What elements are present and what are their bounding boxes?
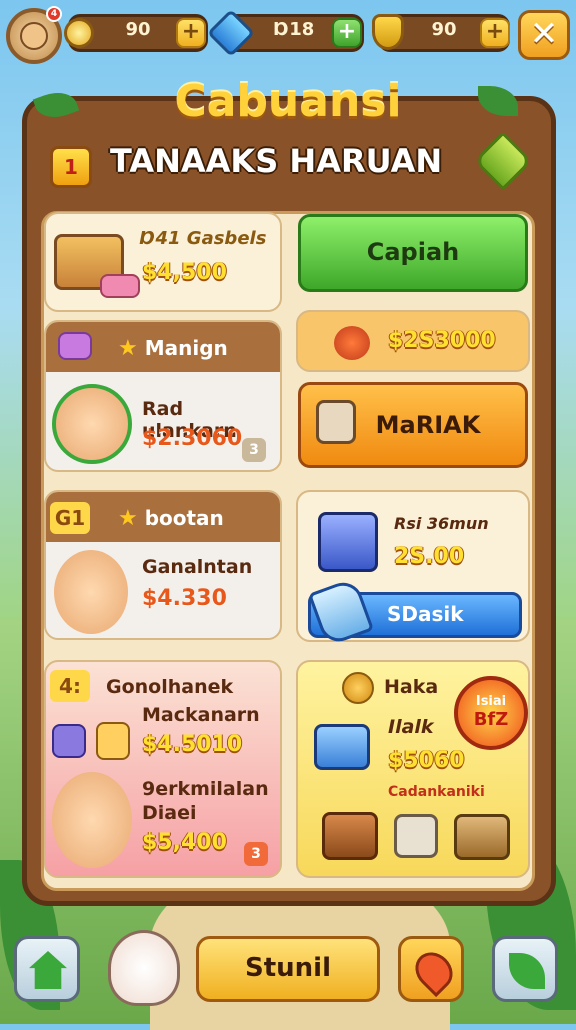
mascot-icon[interactable] (108, 930, 180, 1006)
page-title: Cabuansi (174, 76, 402, 127)
gonolhanek-name: 9erkmilalan (142, 778, 269, 800)
gear-icon (342, 672, 374, 704)
shield-icon (372, 14, 404, 50)
character-portrait-blonde (52, 384, 132, 464)
add-shields-button[interactable]: + (480, 18, 510, 48)
vehicle-icon (318, 512, 378, 572)
bonus-strip: $2S3000 (296, 310, 530, 372)
map-pin-button[interactable] (398, 936, 464, 1002)
gonolhanek-price2: $5,400 (142, 830, 227, 855)
star-icon: ★ (118, 336, 138, 361)
manian-price: $2.3060 (142, 426, 243, 451)
bootan-name: Ganalntan (142, 556, 253, 578)
avatar-face-icon (20, 22, 48, 50)
character-portrait-backpack (52, 772, 132, 868)
sale-line2: BfZ (473, 709, 509, 730)
gonolhanek-line2: Mackanarn (142, 704, 260, 726)
close-button[interactable]: ✕ (518, 10, 570, 60)
map-pin-icon (407, 944, 461, 998)
gonolhanek-title: Gonolhanek (106, 676, 234, 698)
home-icon (29, 951, 67, 989)
tools-icon (394, 814, 438, 858)
crate-name: Ɒ41 Gasbels (140, 228, 267, 249)
avatar-notification-badge: 4 (46, 6, 62, 22)
sdasik-label: SDasik (387, 602, 464, 626)
leaf-button[interactable] (492, 936, 558, 1002)
sale-badge: Isiai BfZ (454, 676, 528, 750)
bread-basket-icon (322, 812, 378, 860)
haka-title: Haka (384, 676, 439, 698)
haka-note: Cadankaniki (388, 784, 485, 800)
main-action-button[interactable]: Stunil (196, 936, 380, 1002)
gonolhanek-card[interactable]: 4: Gonolhanek Mackanarn $4.5010 9erkmila… (44, 660, 282, 878)
manian-count: 3 (242, 438, 266, 462)
coin-icon (64, 18, 94, 48)
bonus-price: $2S3000 (388, 328, 496, 353)
mariak-label: MaRIAK (375, 411, 481, 439)
manian-card[interactable]: ★ Manign Rad ulankarn $2.3060 3 (44, 320, 282, 472)
fruit-icon (334, 326, 370, 360)
haka-price: $5060 (388, 748, 465, 773)
bootan-header-label: bootan (144, 506, 224, 530)
haka-card[interactable]: Haka Isiai BfZ Ilalk $5060 Cadankaniki (296, 660, 530, 878)
gonolhanek-count: 3 (244, 842, 268, 866)
scroll-icon (96, 722, 130, 760)
character-portrait-girl (54, 550, 128, 634)
bag-icon (58, 332, 92, 360)
haka-sub: Ilalk (388, 716, 434, 738)
bootan-price: $4.330 (142, 586, 227, 611)
vehicle-name: Rsi 36mun (394, 514, 489, 533)
gonolhanek-price: $4.5010 (142, 732, 243, 757)
gonolhanek-line3: Diaei (142, 802, 197, 824)
hammer-icon (316, 400, 356, 444)
gonolhanek-badge: 4: (50, 670, 90, 702)
star-icon: ★ (118, 506, 138, 531)
book-icon (52, 724, 86, 758)
sale-line1: Isiai (475, 694, 507, 709)
manian-header-label: Manign (144, 336, 228, 360)
home-button[interactable] (14, 936, 80, 1002)
buy-button[interactable]: Capiah (298, 214, 528, 292)
gift-box-icon (100, 274, 140, 298)
bootan-card[interactable]: ★ bootan G1 Ganalntan $4.330 (44, 490, 282, 640)
crate-card[interactable]: Ɒ41 Gasbels $4,500 (44, 212, 282, 312)
toaster-icon (314, 724, 370, 770)
crate-price: $4,500 (142, 260, 227, 285)
add-coins-button[interactable]: + (176, 18, 206, 48)
page-subtitle: TANAAKS HARUAN (110, 142, 443, 180)
player-avatar[interactable]: 4 (6, 6, 62, 64)
vehicle-price: 2S.00 (394, 544, 465, 569)
add-gems-button[interactable]: + (332, 18, 362, 48)
daily-badge: 1 (50, 146, 92, 188)
bootan-badge: G1 (50, 502, 90, 534)
firewood-icon (454, 814, 510, 860)
top-bar: 4 90 + Ɒ18 + 90 + ✕ (0, 0, 576, 70)
leaf-icon (509, 953, 545, 989)
